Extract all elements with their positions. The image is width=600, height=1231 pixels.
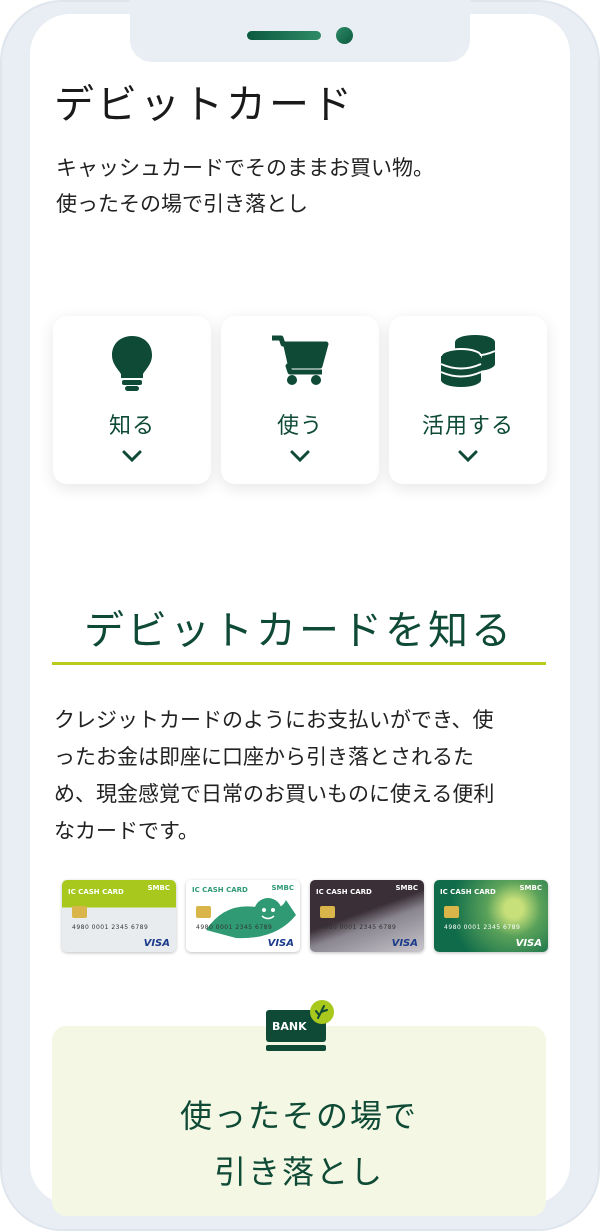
visa-logo: VISA [267, 938, 294, 949]
chip-icon [72, 906, 87, 918]
page-lead: キャッシュカードでそのままお買い物。 使ったその場で引き落とし [56, 150, 434, 222]
coin-stack-icon [389, 334, 547, 404]
card-bank: SMBC [271, 884, 294, 892]
menu-card-use[interactable]: 使う [221, 316, 379, 484]
chevron-down-icon [221, 450, 379, 462]
menu-label: 使う [276, 414, 323, 439]
chip-icon [320, 906, 335, 918]
bank-card-icon: BANK [266, 1000, 338, 1064]
chevron-down-icon [53, 450, 211, 462]
body-line: め、現金感覚で日常のお買いものに使える便利 [54, 782, 495, 806]
page-title: デビットカード [54, 82, 355, 128]
section-body: クレジットカードのようにお支払いができ、使 ったお金は即座に口座から引き落とされ… [54, 702, 554, 850]
promo-heading: 使ったその場で 引き落とし [52, 1088, 546, 1200]
body-line: ったお金は即座に口座から引き落とされるた [54, 745, 474, 769]
debit-card-image: IC CASH CARD SMBC 4980 0001 2345 6789 VI… [62, 880, 176, 952]
visa-logo: VISA [391, 938, 418, 949]
chip-icon [444, 906, 459, 918]
body-line: なカードです。 [54, 819, 199, 843]
menu-label: 知る [108, 414, 155, 439]
card-caption: IC CASH CARD [192, 886, 248, 894]
promo-line: 引き落とし [213, 1153, 384, 1191]
card-caption: IC CASH CARD [440, 888, 496, 896]
bank-icon-label: BANK [272, 1020, 307, 1033]
debit-card-image: IC CASH CARD SMBC 4980 0001 2345 6789 VI… [310, 880, 424, 952]
card-bank: SMBC [519, 884, 542, 892]
lead-line: キャッシュカードでそのままお買い物。 [56, 156, 434, 180]
menu-card-utilize[interactable]: 活用する [389, 316, 547, 484]
visa-logo: VISA [515, 938, 542, 949]
menu-label: 活用する [421, 414, 514, 439]
debit-card-image: IC CASH CARD SMBC 4980 0001 2345 6789 VI… [186, 880, 300, 952]
visa-logo: VISA [143, 938, 170, 949]
card-bank: SMBC [147, 884, 170, 892]
lead-line: 使ったその場で引き落とし [56, 192, 308, 216]
camera-icon [336, 27, 353, 44]
shopping-cart-icon [221, 334, 379, 404]
debit-card-image: IC CASH CARD SMBC 4980 0001 2345 6789 VI… [434, 880, 548, 952]
card-number: 4980 0001 2345 6789 [444, 924, 521, 931]
card-design-list: IC CASH CARD SMBC 4980 0001 2345 6789 VI… [62, 880, 548, 952]
promo-line: 使ったその場で [179, 1097, 418, 1135]
speaker-icon [247, 31, 321, 40]
card-number: 4980 0001 2345 6789 [320, 924, 397, 931]
card-number: 4980 0001 2345 6789 [196, 924, 273, 931]
section-divider [52, 662, 546, 665]
card-caption: IC CASH CARD [316, 888, 372, 896]
body-line: クレジットカードのようにお支払いができ、使 [54, 708, 494, 732]
card-caption: IC CASH CARD [68, 888, 124, 896]
card-number: 4980 0001 2345 6789 [72, 924, 149, 931]
lightbulb-icon [53, 334, 211, 404]
chevron-down-icon [389, 450, 547, 462]
section-title: デビットカードを知る [84, 608, 514, 654]
card-bank: SMBC [395, 884, 418, 892]
chip-icon [196, 906, 211, 918]
menu-card-know[interactable]: 知る [53, 316, 211, 484]
